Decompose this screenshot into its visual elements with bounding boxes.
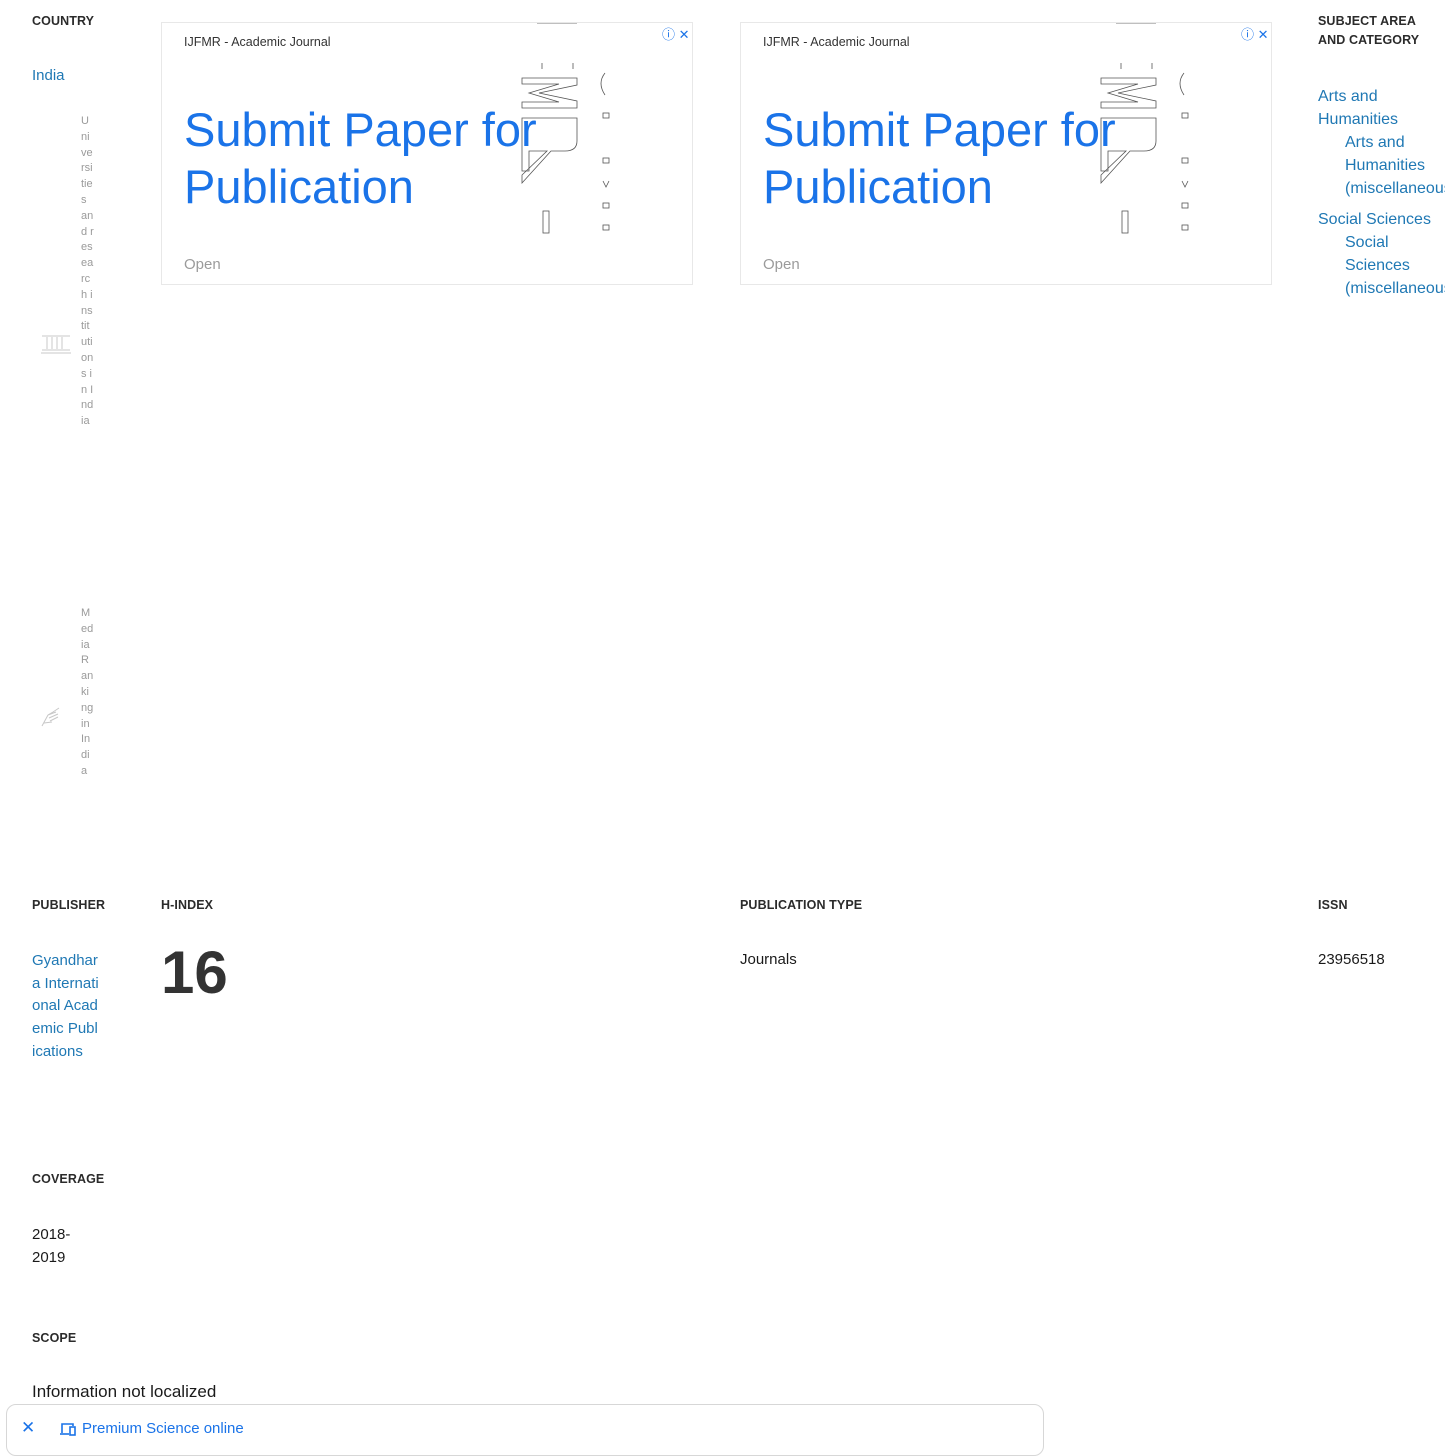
ad-open-button[interactable]: Open: [184, 256, 221, 273]
bottom-ad-link[interactable]: Premium Science online: [82, 1420, 244, 1437]
ad-close-icon[interactable]: ✕: [679, 27, 690, 42]
ranking-media-link[interactable]: Media Ranking in India: [40, 606, 100, 836]
close-icon[interactable]: ✕: [21, 1418, 35, 1438]
subject-area-section: SUBJECT AREA AND CATEGORY Arts and Human…: [1318, 12, 1445, 302]
subject-area-header: SUBJECT AREA AND CATEGORY: [1318, 14, 1420, 47]
ad-close-icon[interactable]: ✕: [1258, 27, 1269, 42]
ad-open-button[interactable]: Open: [763, 256, 800, 273]
subject-category-link[interactable]: Social Sciences (miscellaneous): [1345, 234, 1445, 297]
devices-icon: [59, 1422, 77, 1441]
publication-type-value: Journals: [740, 951, 797, 968]
hindex-value: 16: [161, 939, 228, 1006]
country-header: COUNTRY: [32, 14, 95, 28]
scope-header: SCOPE: [32, 1331, 77, 1345]
ranking-universities-link[interactable]: Universities and research institutions i…: [40, 114, 100, 574]
coverage-value: 2018-2019: [32, 1226, 71, 1266]
ad-brand: IJFMR - Academic Journal: [763, 35, 910, 49]
ad-logo-art: [1096, 23, 1196, 258]
institution-icon: [40, 332, 72, 361]
ranking-universities-label: Universities and research institutions i…: [81, 115, 94, 428]
adchoices-area[interactable]: ⓘ ✕: [1241, 24, 1269, 43]
coverage-header: COVERAGE: [32, 1172, 105, 1186]
issn-header: ISSN: [1318, 898, 1348, 912]
media-hand-icon: [40, 706, 64, 733]
advertisement-banner[interactable]: IJFMR - Academic Journal Submit Paper fo…: [740, 22, 1272, 285]
ad-fade: [1191, 23, 1271, 284]
subject-area-list: Arts and Humanities Arts and Humanities …: [1318, 85, 1445, 300]
subject-category-link[interactable]: Arts and Humanities (miscellaneous): [1345, 134, 1445, 197]
subject-area-link[interactable]: Arts and Humanities: [1318, 88, 1398, 128]
publisher-header: PUBLISHER: [32, 898, 106, 912]
ranking-media-label: Media Ranking in India: [81, 607, 94, 777]
hindex-header: H-INDEX: [161, 898, 214, 912]
bottom-anchor-ad[interactable]: ✕ Premium Science online: [6, 1404, 1044, 1456]
scope-text: Information not localized: [32, 1382, 217, 1401]
ad-logo-art: [517, 23, 617, 258]
ad-info-icon[interactable]: ⓘ: [1241, 27, 1254, 42]
ad-brand: IJFMR - Academic Journal: [184, 35, 331, 49]
advertisement-banner[interactable]: IJFMR - Academic Journal Submit Paper fo…: [161, 22, 693, 285]
country-link[interactable]: India: [32, 67, 65, 84]
issn-value: 23956518: [1318, 951, 1385, 968]
ad-info-icon[interactable]: ⓘ: [662, 27, 675, 42]
publisher-link[interactable]: Gyandhara International Academic Publica…: [32, 950, 100, 1064]
adchoices-area[interactable]: ⓘ ✕: [662, 24, 690, 43]
publication-type-header: PUBLICATION TYPE: [740, 898, 863, 912]
subject-area-link[interactable]: Social Sciences: [1318, 211, 1431, 228]
ad-fade: [612, 23, 692, 284]
